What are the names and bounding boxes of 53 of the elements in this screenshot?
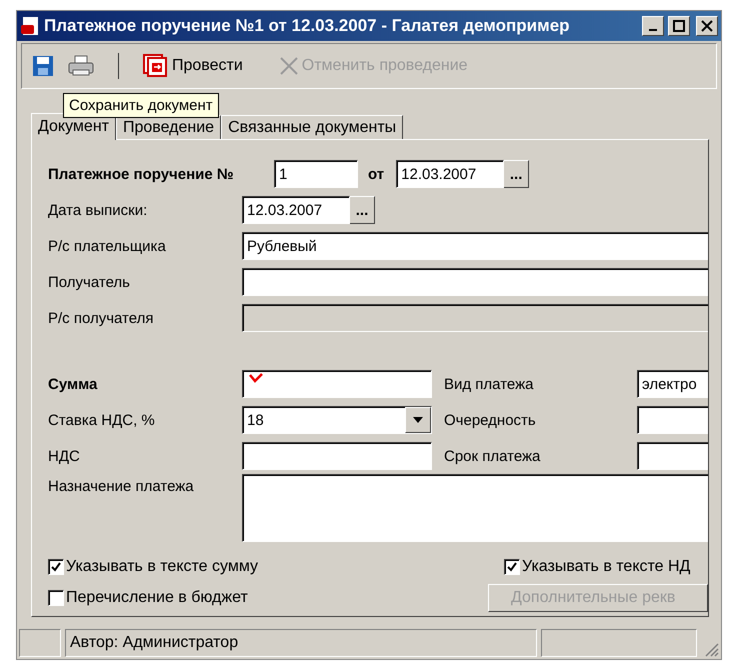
window-title: Платежное поручение №1 от 12.03.2007 - Галатея демопример [44, 16, 571, 36]
date-picker-button[interactable]: ... [503, 160, 530, 188]
maximize-icon [673, 20, 685, 32]
checkbox[interactable]: Указывать в тексте сумму [48, 558, 504, 576]
input-field[interactable] [242, 442, 432, 470]
minimize-icon [649, 29, 657, 31]
field-label: Назначение платежа [48, 478, 195, 495]
printer-icon [68, 55, 94, 77]
tab[interactable]: Связанные документы [221, 115, 404, 139]
close-button[interactable] [696, 16, 718, 36]
text-area[interactable] [242, 474, 708, 542]
input-field[interactable]: Рублевый [242, 232, 708, 260]
input-field[interactable]: электро [637, 370, 708, 398]
close-icon [701, 20, 713, 32]
date-picker-button[interactable]: ... [349, 196, 375, 224]
date-field[interactable]: 12.03.2007 [242, 196, 350, 224]
input-field[interactable] [637, 442, 708, 470]
save-button[interactable] [30, 53, 56, 79]
checkbox[interactable]: Указывать в тексте НД [504, 558, 690, 576]
minimize-button[interactable] [642, 16, 664, 36]
form-heading: Платежное поручение № [48, 166, 235, 182]
dropdown-button[interactable] [405, 407, 431, 433]
field-label: Дата выписки: [48, 202, 148, 218]
checkmark-icon [50, 561, 62, 573]
field-label: Вид платежа [444, 376, 534, 392]
post-button[interactable]: Провести [141, 52, 245, 80]
field-label: Сумма [48, 376, 98, 392]
caret-icon [413, 417, 423, 423]
field-label: Р/с получателя [48, 310, 154, 326]
maximize-button[interactable] [668, 16, 690, 36]
dropdown-field[interactable]: 18 [242, 406, 432, 434]
checkbox[interactable]: Перечисление в бюджет [48, 589, 488, 607]
required-check-icon [249, 373, 263, 383]
field-label: от [368, 166, 384, 182]
input-field[interactable] [242, 370, 432, 398]
checkmark-icon [506, 561, 518, 573]
status-text: Автор: Администратор [65, 629, 537, 657]
input-field[interactable] [637, 406, 708, 434]
date-field[interactable]: 12.03.2007 [396, 160, 504, 188]
save-icon [32, 55, 54, 77]
field-label: Очередность [444, 412, 537, 428]
field-label: Срок платежа [444, 448, 542, 464]
tooltip: Сохранить документ [63, 93, 219, 118]
field-label: Получатель [48, 274, 131, 290]
app-icon [20, 16, 40, 36]
field-label: НДС [48, 448, 81, 464]
input-field[interactable] [242, 268, 708, 296]
status-cell [19, 629, 61, 657]
document-stack-icon [143, 54, 169, 78]
field-label: Р/с плательщика [48, 238, 167, 254]
field-label: Ставка НДС, % [48, 412, 156, 428]
cross-icon [278, 56, 299, 76]
number-field[interactable]: 1 [274, 160, 358, 188]
